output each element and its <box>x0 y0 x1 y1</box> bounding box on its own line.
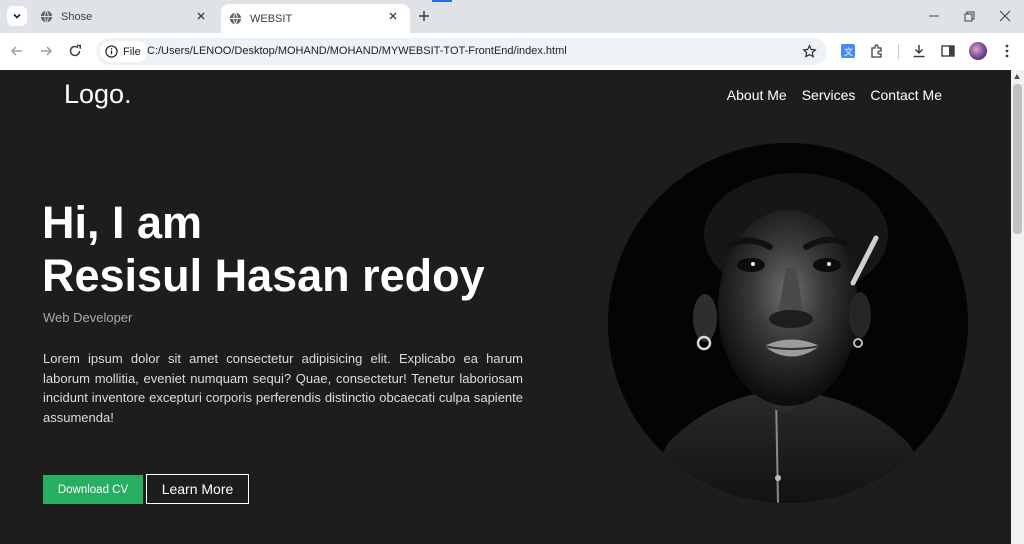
hero-description: Lorem ipsum dolor sit amet consectetur a… <box>43 351 523 425</box>
nav-link-contact-me[interactable]: Contact Me <box>870 87 942 103</box>
tab-websit[interactable]: WEBSIT <box>221 4 410 33</box>
tab-search-button[interactable] <box>7 6 27 26</box>
nav-link-about-me[interactable]: About Me <box>727 87 787 103</box>
svg-text:文: 文 <box>844 46 853 58</box>
back-arrow-icon[interactable] <box>9 43 25 59</box>
toolbar-divider <box>898 44 899 59</box>
hero-greeting: Hi, I am <box>42 197 203 248</box>
nav-link-services[interactable]: Services <box>802 87 856 103</box>
bookmark-star-icon[interactable] <box>802 44 817 59</box>
close-tab-icon[interactable] <box>386 9 400 23</box>
url-text[interactable]: C:/Users/LENOO/Desktop/MOHAND/MOHAND/MYW… <box>147 45 567 57</box>
profile-avatar[interactable] <box>969 42 987 60</box>
site-logo[interactable]: Logo. <box>64 79 132 110</box>
learn-more-button[interactable]: Learn More <box>146 474 249 504</box>
tab-title: WEBSIT <box>250 12 293 25</box>
close-window-icon[interactable] <box>997 8 1013 24</box>
profile-photo <box>608 143 968 503</box>
browser-toolbar: File C:/Users/LENOO/Desktop/MOHAND/MOHAN… <box>0 33 1024 70</box>
globe-icon <box>229 12 242 25</box>
page-viewport: Logo. About Me Services Contact Me Hi, I… <box>0 70 1011 544</box>
site-info-chip[interactable]: File <box>100 41 148 62</box>
more-menu-icon[interactable] <box>999 43 1015 59</box>
download-cv-button[interactable]: Download CV <box>43 475 143 504</box>
site-nav: About Me Services Contact Me <box>727 87 942 103</box>
reload-icon[interactable] <box>67 43 83 59</box>
page-scrollbar[interactable] <box>1011 70 1024 544</box>
hero-name: Resisul Hasan redoy <box>42 250 485 301</box>
tab-title: Shose <box>61 10 93 23</box>
chevron-down-icon <box>13 13 21 19</box>
scroll-up-arrow-icon[interactable] <box>1014 74 1020 79</box>
minimize-icon[interactable] <box>926 8 942 24</box>
loading-indicator <box>432 0 452 2</box>
forward-arrow-icon[interactable] <box>38 43 54 59</box>
scroll-thumb[interactable] <box>1013 84 1022 234</box>
download-icon[interactable] <box>911 43 927 59</box>
tab-shose[interactable]: Shose <box>32 0 218 33</box>
side-panel-icon[interactable] <box>940 43 956 59</box>
tab-strip: Shose WEBSIT <box>0 0 1024 33</box>
translate-extension-icon[interactable]: 文 <box>840 43 856 59</box>
close-tab-icon[interactable] <box>194 9 208 23</box>
restore-icon[interactable] <box>961 8 977 24</box>
address-bar[interactable]: File C:/Users/LENOO/Desktop/MOHAND/MOHAN… <box>96 38 827 65</box>
new-tab-plus-icon[interactable] <box>416 8 432 24</box>
info-icon <box>105 45 118 58</box>
hero-role: Web Developer <box>43 310 133 325</box>
globe-icon <box>40 10 53 23</box>
chip-label: File <box>123 45 141 58</box>
extensions-puzzle-icon[interactable] <box>869 43 885 59</box>
